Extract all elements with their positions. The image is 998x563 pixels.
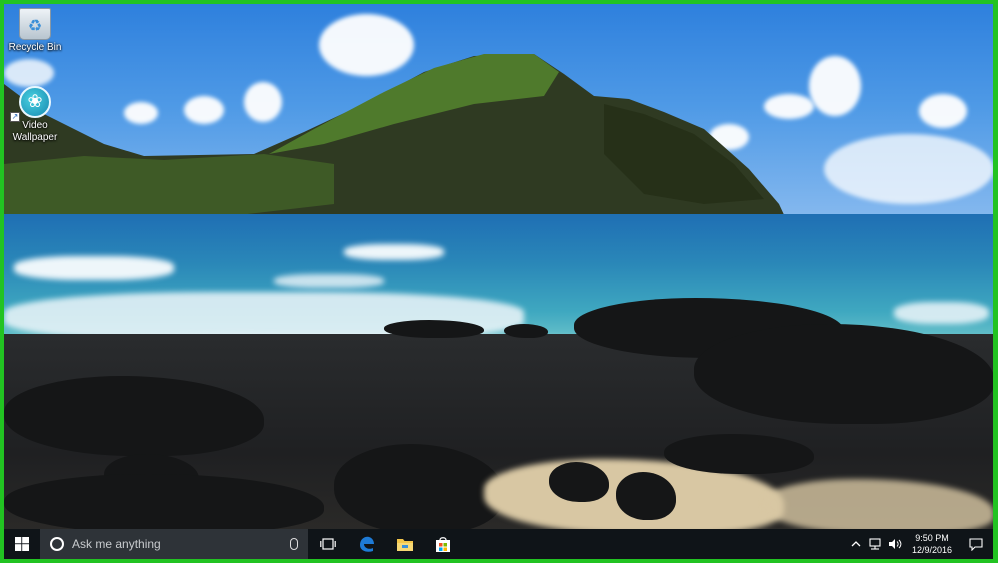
video-wallpaper-icon [19,86,51,118]
shortcut-arrow-icon: ↗ [10,112,20,122]
chevron-up-icon [851,541,861,547]
edge-browser-icon [360,536,374,552]
system-tray: 9:50 PM 12/9/2016 [847,529,993,559]
show-hidden-icons-button[interactable] [847,529,865,559]
task-view-icon [320,538,336,550]
clock-date: 12/9/2016 [911,545,953,555]
desktop-icon-recycle-bin[interactable]: Recycle Bin [4,8,66,53]
network-button[interactable] [865,529,885,559]
search-placeholder: Ask me anything [72,537,161,551]
store-icon [436,537,450,552]
desktop[interactable]: Recycle Bin ↗ Video Wallpaper [4,4,993,559]
action-center-button[interactable] [959,529,993,559]
taskbar-app-file-explorer[interactable] [386,529,424,559]
file-explorer-icon [397,539,413,551]
search-box[interactable]: Ask me anything [40,529,308,559]
task-view-button[interactable] [308,529,348,559]
recycle-bin-icon [19,8,51,40]
volume-button[interactable] [885,529,905,559]
cortana-circle-icon [50,537,64,551]
clock-time: 9:50 PM [915,533,949,543]
taskbar: Ask me anything 9:50 PM 12/9/2016 [4,529,993,559]
mountain-silhouette [4,54,786,238]
action-center-icon [969,537,983,551]
clock[interactable]: 9:50 PM 12/9/2016 [905,532,959,556]
network-icon [869,538,881,550]
volume-icon [889,539,902,549]
desktop-icon-label: Video Wallpaper [12,120,58,143]
windows-logo-icon [15,537,29,551]
microphone-icon[interactable] [290,538,298,550]
taskbar-app-store[interactable] [424,529,462,559]
desktop-icon-video-wallpaper[interactable]: ↗ Video Wallpaper [4,86,66,144]
start-button[interactable] [4,529,40,559]
desktop-icon-label: Recycle Bin [8,42,62,53]
taskbar-app-edge[interactable] [348,529,386,559]
